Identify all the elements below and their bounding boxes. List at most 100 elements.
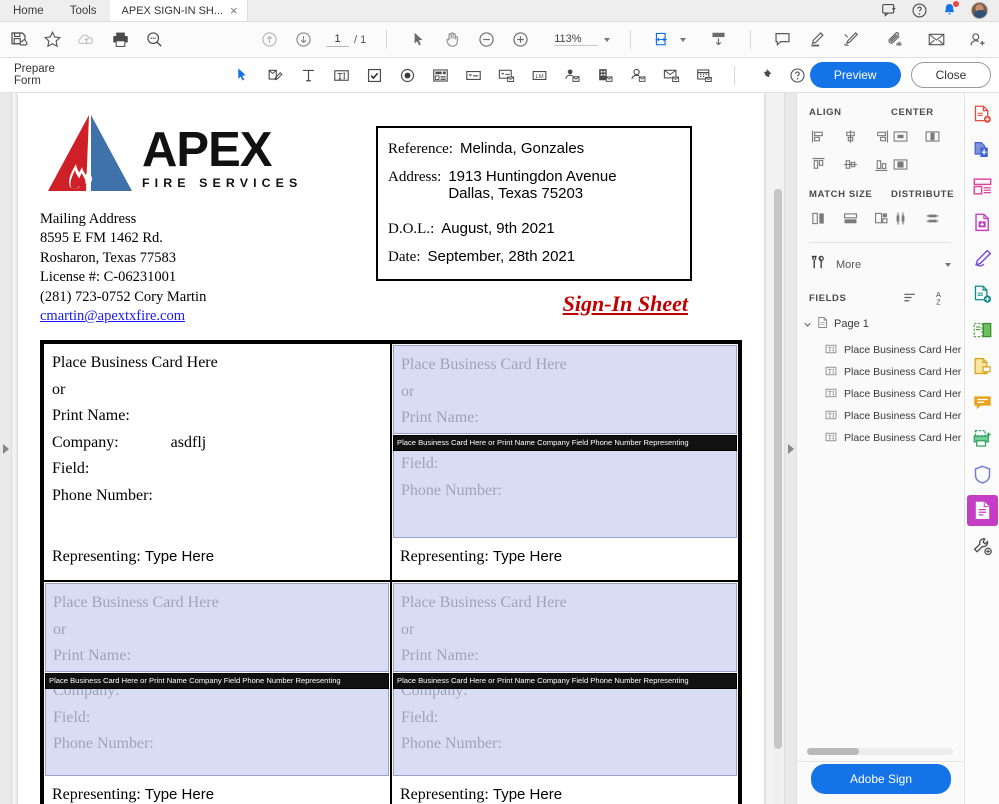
scrollbar-thumb[interactable]	[807, 748, 859, 755]
add-dropdown-icon[interactable]	[461, 63, 486, 88]
prepare-form-icon[interactable]	[966, 495, 998, 526]
email-link[interactable]: cmartin@apextxfire.com	[40, 308, 185, 324]
sign-in-cell[interactable]: Place Business Card Here or Print Name: …	[391, 581, 739, 804]
vertical-scrollbar[interactable]	[773, 188, 783, 804]
form-field-overlay[interactable]: Place Business Card Here or Print Name:	[45, 583, 389, 673]
add-email-field-icon[interactable]	[659, 63, 684, 88]
sign-in-cell[interactable]: Place Business Card Here or Print Name: …	[43, 581, 391, 804]
scrollbar-thumb[interactable]	[774, 189, 782, 749]
pin-icon[interactable]	[752, 63, 777, 88]
sign-pen-icon[interactable]	[839, 28, 862, 51]
add-list-box-icon[interactable]	[428, 63, 453, 88]
find-search-icon[interactable]	[143, 28, 166, 51]
comment-icon[interactable]	[771, 28, 794, 51]
list-item[interactable]: Place Business Card Her	[797, 427, 963, 449]
sign-in-cell[interactable]: Place Business Card Here or Print Name: …	[43, 343, 391, 582]
document-tab[interactable]: APEX SIGN-IN SH... ×	[109, 0, 248, 21]
stamp-icon[interactable]	[967, 351, 998, 382]
zoom-in-icon[interactable]	[509, 28, 532, 51]
form-field-overlay[interactable]: Company: Field: Phone Number:	[393, 677, 737, 777]
close-icon[interactable]: ×	[230, 3, 238, 18]
add-date-field-icon[interactable]	[692, 63, 717, 88]
distribute-horizontally-icon[interactable]	[891, 209, 910, 228]
form-field-overlay[interactable]: Company: Field: Phone Number:	[45, 677, 389, 777]
save-to-cloud-icon[interactable]	[7, 28, 30, 51]
add-name-field-icon[interactable]	[626, 63, 651, 88]
tab-tools[interactable]: Tools	[57, 0, 110, 21]
add-checkbox-icon[interactable]	[362, 63, 387, 88]
horizontal-scrollbar[interactable]	[807, 748, 953, 755]
add-company-field-icon[interactable]	[593, 63, 618, 88]
more-tools-icon[interactable]	[967, 531, 998, 562]
add-initials-field-icon[interactable]	[560, 63, 585, 88]
distribute-vertically-icon[interactable]	[923, 209, 942, 228]
avatar[interactable]	[971, 2, 988, 19]
compare-files-icon[interactable]	[967, 315, 998, 346]
add-barcode-icon[interactable]: LM	[527, 63, 552, 88]
align-right-icon[interactable]	[872, 127, 891, 146]
comment-icon[interactable]	[967, 387, 998, 418]
scan-ocr-icon[interactable]	[967, 423, 998, 454]
center-horizontally-icon[interactable]	[891, 127, 910, 146]
star-icon[interactable]	[41, 28, 64, 51]
left-panel-expand-button[interactable]	[0, 93, 12, 804]
chevron-down-icon[interactable]	[680, 37, 687, 42]
organize-pages-icon[interactable]	[967, 171, 998, 202]
add-radio-button-icon[interactable]	[395, 63, 420, 88]
list-item[interactable]: Place Business Card Her	[797, 361, 963, 383]
previous-page-icon[interactable]	[258, 28, 281, 51]
help-icon[interactable]	[785, 63, 810, 88]
adobe-sign-button[interactable]: Adobe Sign	[811, 764, 951, 794]
create-pdf-icon[interactable]	[967, 99, 998, 130]
hand-pan-icon[interactable]	[441, 28, 464, 51]
select-cursor-icon[interactable]	[407, 28, 430, 51]
center-vertically-icon[interactable]	[923, 127, 942, 146]
center-both-icon[interactable]	[891, 155, 910, 174]
form-field-overlay[interactable]: Place Business Card Here or Print Name:	[393, 583, 737, 673]
add-text-box-icon[interactable]	[329, 63, 354, 88]
chevron-down-icon[interactable]	[945, 263, 951, 267]
match-width-icon[interactable]	[809, 209, 828, 228]
align-top-icon[interactable]	[809, 155, 828, 174]
chevron-down-icon[interactable]	[604, 37, 611, 42]
zoom-level-input[interactable]	[554, 33, 599, 46]
list-item[interactable]: Place Business Card Her	[797, 339, 963, 361]
align-bottom-icon[interactable]	[872, 155, 891, 174]
more-tools-row[interactable]: More	[797, 243, 963, 277]
add-signature-field-icon[interactable]	[263, 63, 288, 88]
form-field-overlay[interactable]: Field: Phone Number:	[393, 439, 737, 539]
page-number-input[interactable]	[326, 32, 349, 47]
align-center-horizontal-icon[interactable]	[841, 127, 860, 146]
right-panel-collapse-button[interactable]	[784, 93, 796, 804]
sort-order-icon[interactable]	[902, 290, 921, 306]
add-person-icon[interactable]	[966, 28, 989, 51]
sort-alphabetical-icon[interactable]: AZ	[932, 290, 951, 306]
upload-cloud-icon[interactable]	[75, 28, 98, 51]
protect-icon[interactable]	[967, 459, 998, 490]
preview-button[interactable]: Preview	[809, 62, 901, 88]
scroll-mode-icon[interactable]	[707, 28, 730, 51]
email-icon[interactable]	[925, 28, 948, 51]
form-field-overlay[interactable]: Place Business Card Here or Print Name:	[393, 345, 737, 435]
add-image-field-icon[interactable]	[494, 63, 519, 88]
export-pdf-icon[interactable]	[967, 207, 998, 238]
fit-page-icon[interactable]	[651, 28, 674, 51]
create-pdf-teal-icon[interactable]	[967, 279, 998, 310]
highlight-icon[interactable]	[805, 28, 828, 51]
help-icon[interactable]	[911, 2, 928, 19]
align-middle-vertical-icon[interactable]	[841, 155, 860, 174]
align-left-icon[interactable]	[809, 127, 828, 146]
print-icon[interactable]	[109, 28, 132, 51]
match-height-icon[interactable]	[841, 209, 860, 228]
attach-cloud-icon[interactable]	[884, 28, 907, 51]
next-page-icon[interactable]	[292, 28, 315, 51]
zoom-out-icon[interactable]	[475, 28, 498, 51]
add-text-field-icon[interactable]	[296, 63, 321, 88]
share-feedback-icon[interactable]	[881, 2, 898, 19]
close-button[interactable]: Close	[910, 62, 992, 88]
list-item[interactable]: Place Business Card Her	[797, 383, 963, 405]
combine-files-icon[interactable]	[967, 135, 998, 166]
select-cursor-icon[interactable]	[230, 63, 255, 88]
edit-pdf-icon[interactable]	[967, 243, 998, 274]
tab-home[interactable]: Home	[0, 0, 57, 21]
